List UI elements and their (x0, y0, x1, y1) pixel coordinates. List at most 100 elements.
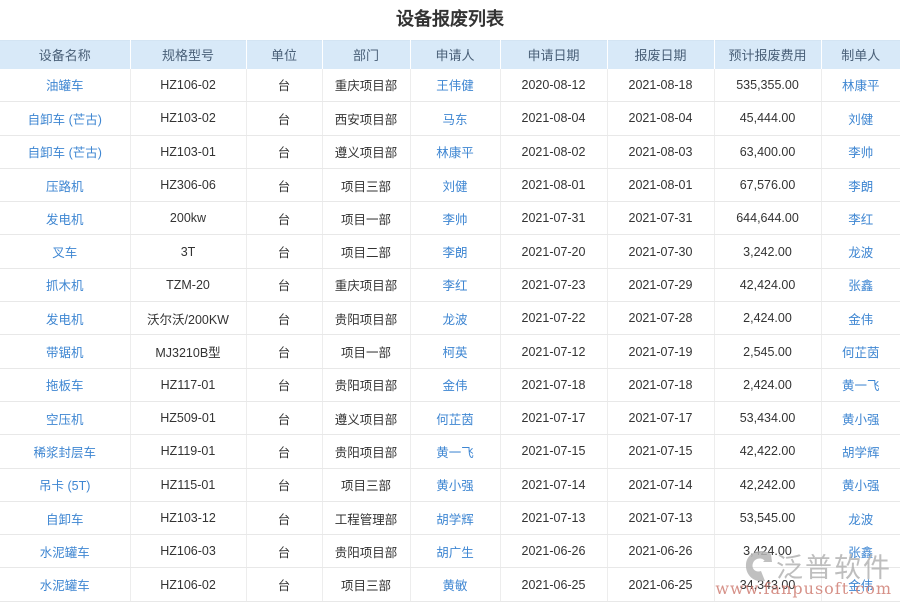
creator-link[interactable]: 金伟 (848, 579, 873, 593)
cell-applicant[interactable]: 刘健 (410, 168, 500, 201)
applicant-link[interactable]: 李帅 (442, 213, 467, 227)
cell-creator[interactable]: 张鑫 (821, 535, 900, 568)
cell-creator[interactable]: 李帅 (821, 135, 900, 168)
cell-apply_date: 2021-08-01 (500, 168, 607, 201)
cell-name[interactable]: 压路机 (0, 168, 130, 201)
cell-name[interactable]: 叉车 (0, 235, 130, 268)
cell-name[interactable]: 带锯机 (0, 335, 130, 368)
cell-creator[interactable]: 何芷茵 (821, 335, 900, 368)
name-link[interactable]: 自卸车 (46, 513, 84, 527)
cell-applicant[interactable]: 李红 (410, 268, 500, 301)
cell-creator[interactable]: 金伟 (821, 302, 900, 335)
name-link[interactable]: 带锯机 (46, 346, 84, 360)
cell-applicant[interactable]: 柯英 (410, 335, 500, 368)
applicant-link[interactable]: 林康平 (436, 146, 474, 160)
name-link[interactable]: 发电机 (46, 213, 84, 227)
name-link[interactable]: 稀浆封层车 (33, 446, 96, 460)
creator-link[interactable]: 李红 (848, 213, 873, 227)
name-link[interactable]: 拖板车 (46, 379, 84, 393)
creator-link[interactable]: 何芷茵 (842, 346, 880, 360)
cell-applicant[interactable]: 李帅 (410, 202, 500, 235)
applicant-link[interactable]: 马东 (442, 113, 467, 127)
cell-applicant[interactable]: 龙波 (410, 302, 500, 335)
cell-name[interactable]: 抓木机 (0, 268, 130, 301)
cell-applicant[interactable]: 金伟 (410, 368, 500, 401)
cell-creator[interactable]: 金伟 (821, 568, 900, 601)
equipment-scrap-list-page: 设备报废列表 设备名称规格型号单位部门申请人申请日期报废日期预计报废费用制单人 … (0, 0, 900, 600)
cell-name[interactable]: 自卸车 (芒古) (0, 135, 130, 168)
cell-applicant[interactable]: 胡广生 (410, 535, 500, 568)
applicant-link[interactable]: 金伟 (442, 379, 467, 393)
applicant-link[interactable]: 胡广生 (436, 546, 474, 560)
name-link[interactable]: 水泥罐车 (40, 546, 90, 560)
cell-creator[interactable]: 胡学辉 (821, 435, 900, 468)
creator-link[interactable]: 黄一飞 (842, 379, 880, 393)
cell-name[interactable]: 空压机 (0, 401, 130, 434)
cell-applicant[interactable]: 王伟健 (410, 69, 500, 102)
name-link[interactable]: 压路机 (46, 180, 84, 194)
name-link[interactable]: 自卸车 (芒古) (28, 113, 102, 127)
cell-applicant[interactable]: 黄小强 (410, 468, 500, 501)
cell-applicant[interactable]: 胡学辉 (410, 501, 500, 534)
cell-creator[interactable]: 黄一飞 (821, 368, 900, 401)
name-link[interactable]: 水泥罐车 (40, 579, 90, 593)
cell-creator[interactable]: 李朗 (821, 168, 900, 201)
applicant-link[interactable]: 柯英 (442, 346, 467, 360)
creator-link[interactable]: 龙波 (848, 513, 873, 527)
creator-link[interactable]: 李帅 (848, 146, 873, 160)
cell-name[interactable]: 水泥罐车 (0, 535, 130, 568)
cell-name[interactable]: 油罐车 (0, 69, 130, 102)
cell-name[interactable]: 稀浆封层车 (0, 435, 130, 468)
cell-name[interactable]: 吊卡 (5T) (0, 468, 130, 501)
cell-spec: HZ103-12 (130, 501, 246, 534)
applicant-link[interactable]: 刘健 (442, 180, 467, 194)
creator-link[interactable]: 金伟 (848, 313, 873, 327)
creator-link[interactable]: 胡学辉 (842, 446, 880, 460)
applicant-link[interactable]: 胡学辉 (436, 513, 474, 527)
name-link[interactable]: 发电机 (46, 313, 84, 327)
cell-creator[interactable]: 林康平 (821, 69, 900, 102)
applicant-link[interactable]: 黄敏 (442, 579, 467, 593)
cell-applicant[interactable]: 李朗 (410, 235, 500, 268)
creator-link[interactable]: 黄小强 (842, 413, 880, 427)
cell-applicant[interactable]: 黄一飞 (410, 435, 500, 468)
cell-creator[interactable]: 龙波 (821, 235, 900, 268)
cell-creator[interactable]: 张鑫 (821, 268, 900, 301)
creator-link[interactable]: 李朗 (848, 180, 873, 194)
cell-creator[interactable]: 黄小强 (821, 468, 900, 501)
cell-name[interactable]: 自卸车 (芒古) (0, 102, 130, 135)
name-link[interactable]: 空压机 (46, 413, 84, 427)
applicant-link[interactable]: 王伟健 (436, 79, 474, 93)
name-link[interactable]: 抓木机 (46, 279, 84, 293)
applicant-link[interactable]: 李红 (442, 279, 467, 293)
cell-applicant[interactable]: 林康平 (410, 135, 500, 168)
applicant-link[interactable]: 何芷茵 (436, 413, 474, 427)
creator-link[interactable]: 黄小强 (842, 479, 880, 493)
creator-link[interactable]: 张鑫 (848, 546, 873, 560)
cell-applicant[interactable]: 马东 (410, 102, 500, 135)
cell-name[interactable]: 水泥罐车 (0, 568, 130, 601)
applicant-link[interactable]: 龙波 (442, 313, 467, 327)
name-link[interactable]: 吊卡 (5T) (39, 479, 90, 493)
cell-name[interactable]: 自卸车 (0, 501, 130, 534)
creator-link[interactable]: 张鑫 (848, 279, 873, 293)
applicant-link[interactable]: 李朗 (442, 246, 467, 260)
cell-creator[interactable]: 李红 (821, 202, 900, 235)
cell-scrap_date: 2021-08-18 (607, 69, 714, 102)
applicant-link[interactable]: 黄一飞 (436, 446, 474, 460)
creator-link[interactable]: 龙波 (848, 246, 873, 260)
name-link[interactable]: 叉车 (52, 246, 77, 260)
cell-applicant[interactable]: 黄敏 (410, 568, 500, 601)
creator-link[interactable]: 林康平 (842, 79, 880, 93)
cell-applicant[interactable]: 何芷茵 (410, 401, 500, 434)
cell-creator[interactable]: 黄小强 (821, 401, 900, 434)
creator-link[interactable]: 刘健 (848, 113, 873, 127)
name-link[interactable]: 油罐车 (46, 79, 84, 93)
cell-name[interactable]: 拖板车 (0, 368, 130, 401)
applicant-link[interactable]: 黄小强 (436, 479, 474, 493)
cell-creator[interactable]: 龙波 (821, 501, 900, 534)
cell-name[interactable]: 发电机 (0, 202, 130, 235)
cell-name[interactable]: 发电机 (0, 302, 130, 335)
name-link[interactable]: 自卸车 (芒古) (28, 146, 102, 160)
cell-creator[interactable]: 刘健 (821, 102, 900, 135)
